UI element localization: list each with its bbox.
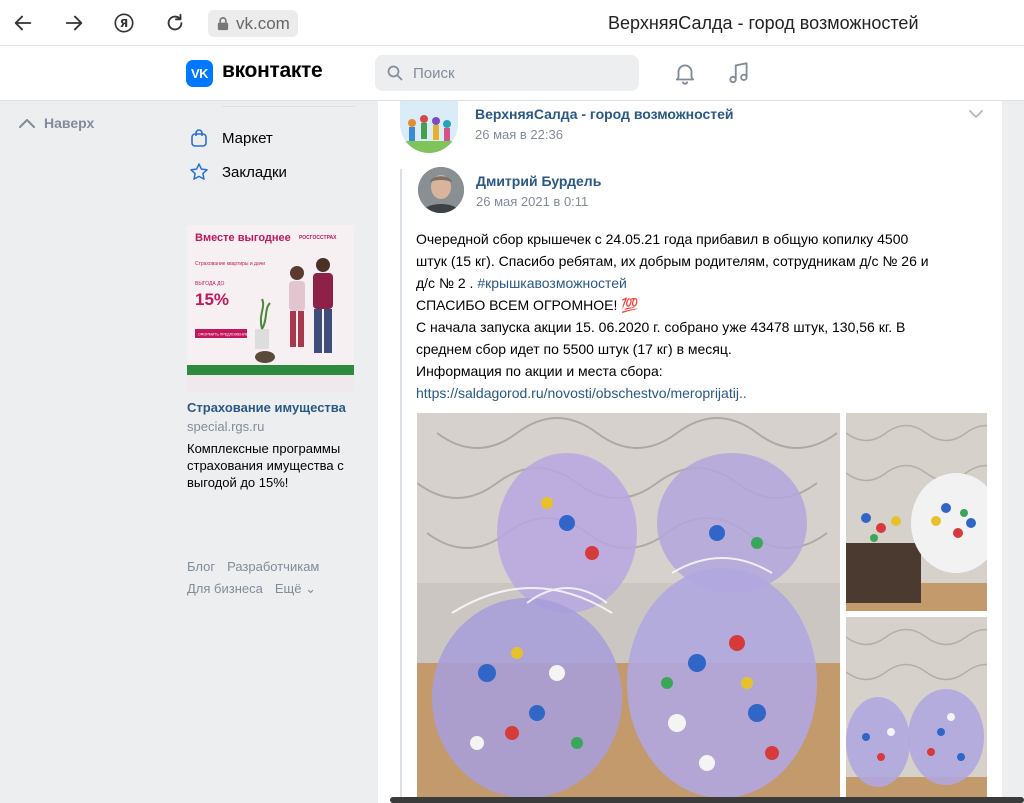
post-photo-main[interactable] bbox=[417, 413, 840, 803]
search-icon bbox=[387, 65, 403, 81]
yandex-icon[interactable]: Я bbox=[110, 9, 138, 37]
forward-arrow-icon[interactable] bbox=[60, 9, 88, 37]
repost-divider bbox=[400, 169, 402, 803]
post-text-line: СПАСИБО ВСЕМ ОГРОМНОЕ! 💯 bbox=[416, 297, 639, 313]
back-to-top-label: Наверх bbox=[44, 115, 95, 131]
sidebar-item-bookmarks[interactable]: Закладки bbox=[189, 162, 287, 182]
group-avatar[interactable] bbox=[400, 101, 458, 153]
ad-title[interactable]: Страхование имущества bbox=[187, 400, 346, 415]
vk-logo-icon[interactable]: VK bbox=[186, 60, 213, 87]
external-link[interactable]: https://saldagorod.ru/novosti/obschestvo… bbox=[416, 382, 991, 404]
lock-icon bbox=[217, 17, 229, 31]
svg-text:Я: Я bbox=[120, 17, 128, 30]
post-card: ВерхняяСалда - город возможностей 26 мая… bbox=[378, 101, 1002, 803]
page-title: ВерхняяСалда - город возможностей bbox=[608, 13, 919, 33]
repost-author-link[interactable]: Дмитрий Бурдель bbox=[476, 173, 601, 189]
post-date[interactable]: 26 мая в 22:36 bbox=[475, 127, 563, 142]
music-icon[interactable] bbox=[726, 60, 752, 86]
post-text-line: среднем сбор идет по 5500 штук (17 кг) в… bbox=[416, 341, 732, 357]
post-text-line: штук (15 кг). Спасибо ребятам, их добрым… bbox=[416, 253, 929, 269]
group-name-link[interactable]: ВерхняяСалда - город возможностей bbox=[475, 106, 734, 122]
search-placeholder: Поиск bbox=[413, 64, 455, 82]
search-input[interactable]: Поиск bbox=[375, 55, 639, 91]
back-arrow-icon[interactable] bbox=[9, 9, 37, 37]
post-photo-side-bottom[interactable] bbox=[846, 617, 987, 803]
hashtag-link[interactable]: #крышкавозможностей bbox=[477, 275, 627, 291]
post-text-line: С начала запуска акции 15. 06.2020 г. со… bbox=[416, 319, 906, 335]
footer-link-developers[interactable]: Разработчикам bbox=[227, 559, 319, 574]
bell-icon[interactable] bbox=[672, 60, 698, 86]
sidebar-item-label: Закладки bbox=[222, 163, 287, 181]
chevron-up-icon bbox=[19, 119, 35, 128]
post-text: Очередной сбор крышечек с 24.05.21 года … bbox=[416, 228, 991, 404]
ad-image-button: ОФОРМИТЬ ПРЕДЛОЖЕНИЕ bbox=[198, 333, 249, 337]
sidebar-item-market[interactable]: Маркет bbox=[189, 128, 273, 148]
ad-image-discount: 15% bbox=[195, 290, 229, 309]
horizontal-scrollbar[interactable] bbox=[390, 797, 1024, 803]
sidebar-divider bbox=[222, 106, 355, 107]
reload-icon[interactable] bbox=[161, 9, 189, 37]
address-bar[interactable]: vk.com bbox=[208, 10, 298, 37]
repost-date[interactable]: 26 мая 2021 в 0:11 bbox=[476, 194, 588, 209]
star-icon bbox=[190, 163, 208, 180]
post-text-line: д/с № 2 . #крышкавозможностей bbox=[416, 272, 991, 294]
site-header: VK вконтакте Поиск bbox=[0, 46, 1024, 101]
vk-wordmark[interactable]: вконтакте bbox=[222, 59, 323, 83]
ad-image-headline: Вместе выгоднее bbox=[195, 232, 291, 244]
footer-link-more[interactable]: Ещё ⌄ bbox=[275, 581, 316, 596]
shopping-bag-icon bbox=[191, 129, 207, 147]
post-text-line: Информация по акции и места сбора: bbox=[416, 363, 663, 379]
footer-links: Блог Разработчикам Для бизнеса Ещё ⌄ bbox=[187, 556, 357, 600]
post-text-line: Очередной сбор крышечек с 24.05.21 года … bbox=[416, 231, 909, 247]
post-text-fragment: д/с № 2 . bbox=[416, 275, 478, 291]
ad-domain: special.rgs.ru bbox=[187, 419, 265, 434]
chevron-down-icon[interactable] bbox=[968, 109, 984, 119]
sidebar-item-label: Маркет bbox=[222, 129, 273, 147]
ad-image-sub: Страхование квартиры и дачи bbox=[195, 261, 265, 267]
address-bar-url: vk.com bbox=[236, 13, 290, 33]
ad-description: Комплексные программы страхования имущес… bbox=[187, 441, 344, 490]
back-to-top-button[interactable]: Наверх bbox=[18, 115, 94, 131]
browser-toolbar: Я vk.com ВерхняяСалда - город возможност… bbox=[0, 0, 1024, 46]
footer-link-blog[interactable]: Блог bbox=[187, 559, 215, 574]
ad-image-discount-label: ВЫГОДА ДО bbox=[195, 281, 224, 287]
post-photo-side-top[interactable] bbox=[846, 413, 987, 611]
author-avatar[interactable] bbox=[418, 167, 464, 213]
ad-image[interactable]: Вместе выгоднее РОСГОССТРАХ Страхование … bbox=[187, 225, 354, 392]
ad-image-brand: РОСГОССТРАХ bbox=[299, 235, 337, 241]
footer-link-business[interactable]: Для бизнеса bbox=[187, 581, 263, 596]
